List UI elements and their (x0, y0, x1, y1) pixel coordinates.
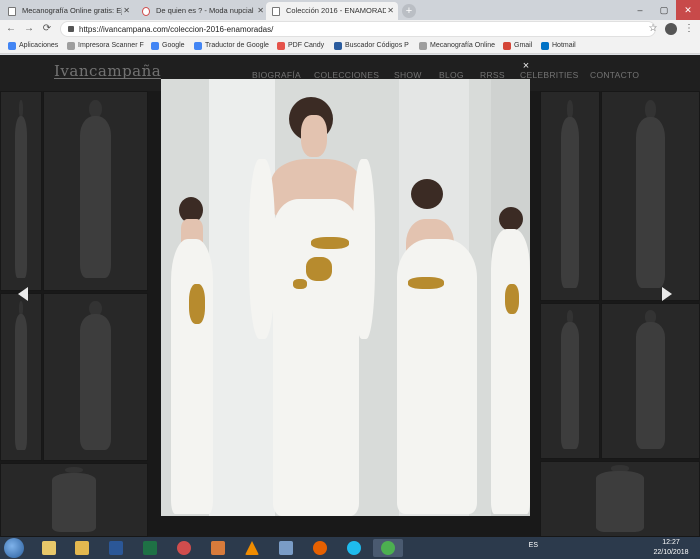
document-icon (272, 7, 280, 16)
toolbar-actions: ☆ ⋮ (644, 21, 698, 37)
internet-explorer-icon[interactable] (339, 539, 369, 557)
bookmark-label: Impresora Scanner F (78, 42, 144, 49)
forward-button[interactable]: → (22, 21, 36, 37)
photo-icon[interactable] (271, 539, 301, 557)
maximize-button[interactable]: ▢ (652, 0, 676, 20)
browser-toolbar: ← → ⟳ https://ivancampana.com/coleccion-… (0, 20, 700, 38)
profile-avatar[interactable] (665, 23, 677, 35)
start-button[interactable] (4, 538, 24, 558)
heart-icon (142, 7, 150, 16)
lightbox-close-button[interactable]: × (520, 60, 532, 72)
bookmark-aplicaciones[interactable]: Aplicaciones (8, 38, 58, 54)
bookmark-star-icon[interactable]: ☆ (644, 21, 662, 37)
tab-strip: Mecanografía Online gratis: Ejer ✕ De qu… (0, 0, 700, 20)
tab-moda-nupcial[interactable]: De quien es ? - Moda nupcial - F ✕ (136, 2, 268, 20)
prev-arrow-icon[interactable] (18, 287, 28, 301)
minimize-button[interactable]: – (628, 0, 652, 20)
translate-icon (194, 42, 202, 50)
close-tab-icon[interactable]: ✕ (257, 2, 264, 20)
bookmarks-bar: Aplicaciones Impresora Scanner F Google … (0, 38, 700, 54)
bookmark-label: Aplicaciones (19, 42, 59, 49)
clock-time: 12:27 (662, 539, 680, 546)
tab-mecanografia[interactable]: Mecanografía Online gratis: Ejer ✕ (2, 2, 134, 20)
bookmark-impresora[interactable]: Impresora Scanner F (67, 38, 144, 54)
tab-title: Colección 2016 - ENAMORADAS (286, 6, 386, 15)
document-icon (419, 42, 427, 50)
chrome-icon[interactable] (373, 539, 403, 557)
folder-icon[interactable] (67, 539, 97, 557)
close-tab-icon[interactable]: ✕ (123, 2, 130, 20)
bookmark-pdf-candy[interactable]: PDF Candy (277, 38, 324, 54)
app-icon[interactable] (203, 539, 233, 557)
clock-date: 22/10/2018 (653, 549, 689, 556)
bookmark-label: PDF Candy (288, 42, 325, 49)
bookmark-google[interactable]: Google (151, 38, 185, 54)
bookmark-label: Buscador Códigos P (345, 42, 409, 49)
new-tab-button[interactable]: + (402, 4, 416, 18)
bookmark-label: Mecanografía Online (430, 42, 495, 49)
google-icon (151, 42, 159, 50)
gmail-icon (503, 42, 511, 50)
address-bar[interactable]: https://ivancampana.com/coleccion-2016-e… (60, 21, 656, 37)
taskbar: ES 12:27 22/10/2018 (0, 537, 700, 559)
bookmark-buscador[interactable]: Buscador Códigos P (334, 38, 409, 54)
bookmark-hotmail[interactable]: Hotmail (541, 38, 576, 54)
language-indicator[interactable]: ES (529, 542, 538, 549)
web-page: Ivancampaña BIOGRAFÍA COLECCIONES SHOW B… (0, 55, 700, 537)
lock-icon (68, 26, 74, 32)
apps-grid-icon (8, 42, 16, 50)
bookmark-traductor[interactable]: Traductor de Google (194, 38, 269, 54)
document-icon (8, 7, 16, 16)
tab-coleccion-2016[interactable]: Colección 2016 - ENAMORADAS ✕ (266, 2, 398, 20)
window-controls: – ▢ ✕ (628, 0, 700, 20)
tab-title: De quien es ? - Moda nupcial - F (156, 6, 256, 15)
file-explorer-icon[interactable] (34, 539, 64, 557)
vlc-icon[interactable] (237, 539, 267, 557)
clock[interactable]: 12:27 22/10/2018 (648, 538, 694, 558)
tab-title: Mecanografía Online gratis: Ejer (22, 6, 122, 15)
search-icon (334, 42, 342, 50)
lightbox-image (161, 79, 530, 516)
firefox-icon[interactable] (305, 539, 335, 557)
close-window-button[interactable]: ✕ (676, 0, 700, 20)
excel-icon[interactable] (135, 539, 165, 557)
bookmark-label: Gmail (514, 42, 533, 49)
menu-icon[interactable]: ⋮ (680, 21, 698, 37)
reload-button[interactable]: ⟳ (40, 21, 54, 37)
close-tab-icon[interactable]: ✕ (387, 2, 394, 20)
back-button[interactable]: ← (4, 21, 18, 37)
url-text: https://ivancampana.com/coleccion-2016-e… (79, 25, 274, 34)
next-arrow-icon[interactable] (662, 287, 672, 301)
word-icon[interactable] (101, 539, 131, 557)
outlook-icon (541, 42, 549, 50)
bookmark-gmail[interactable]: Gmail (503, 38, 532, 54)
bookmark-mecanografia[interactable]: Mecanografía Online (419, 38, 495, 54)
media-player-icon[interactable] (169, 539, 199, 557)
bookmark-label: Google (162, 42, 185, 49)
pdf-candy-icon (277, 42, 285, 50)
document-icon (67, 42, 75, 50)
bookmark-label: Traductor de Google (205, 42, 269, 49)
bookmark-label: Hotmail (552, 42, 576, 49)
